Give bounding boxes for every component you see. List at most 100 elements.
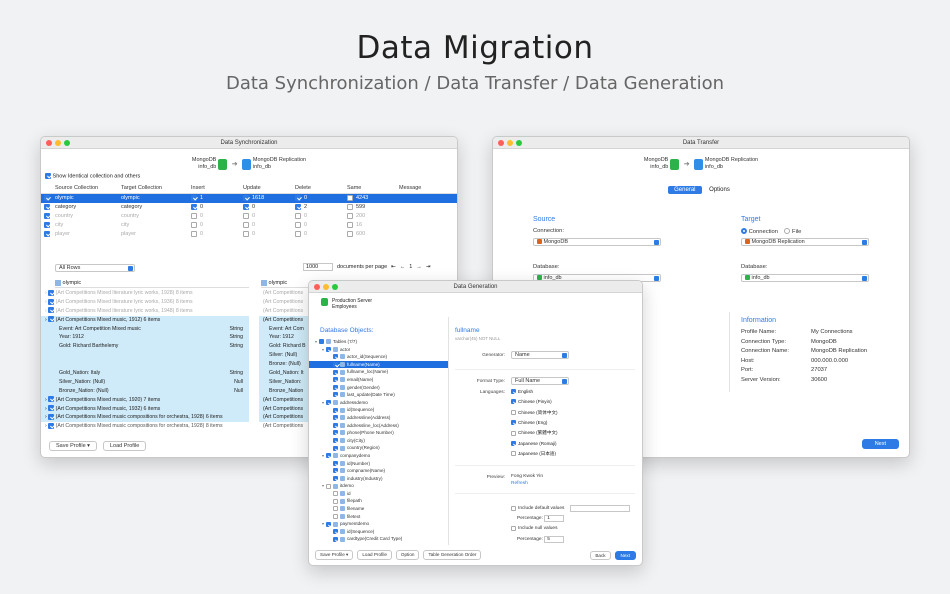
checkbox-icon[interactable] xyxy=(191,203,197,210)
tree-item[interactable]: addressline(Address) xyxy=(309,414,448,422)
next-button[interactable]: Next xyxy=(614,551,636,560)
checkbox-icon[interactable] xyxy=(333,475,338,481)
checkbox-icon[interactable] xyxy=(191,194,197,201)
load-profile-button[interactable]: Load Profile xyxy=(102,441,147,451)
next-button[interactable]: Next xyxy=(861,439,899,449)
checkbox-icon[interactable] xyxy=(48,422,55,429)
checkbox-icon[interactable] xyxy=(44,230,50,237)
checkbox-icon[interactable] xyxy=(48,396,55,403)
checkbox-icon[interactable] xyxy=(333,392,338,398)
tree-item[interactable]: ▾ addressdemo xyxy=(309,399,448,407)
checkbox-icon[interactable] xyxy=(191,230,197,237)
zoom-window-button[interactable] xyxy=(64,140,70,146)
tree-row[interactable]: › (Art Competitions Mixed music composit… xyxy=(41,413,249,423)
tree-item[interactable]: id(Sequence) xyxy=(309,528,448,536)
tree-item[interactable]: fullname(Name) xyxy=(309,360,448,369)
checkbox-icon[interactable] xyxy=(333,377,338,383)
next-page-icon[interactable]: → xyxy=(416,264,422,270)
generator-select[interactable]: Name xyxy=(511,351,569,359)
tree-row[interactable] xyxy=(41,360,249,370)
select-value[interactable]: Name xyxy=(511,351,569,359)
minimize-window-button[interactable] xyxy=(55,140,61,146)
column-header[interactable]: Source Collection xyxy=(55,183,121,193)
column-header[interactable]: Target Collection xyxy=(121,183,191,193)
checkbox-icon[interactable] xyxy=(333,529,338,535)
tree-item[interactable]: id xyxy=(309,490,448,498)
column-header[interactable]: Same xyxy=(347,183,399,193)
checkbox-icon[interactable] xyxy=(191,212,197,219)
language-checkbox[interactable]: English xyxy=(511,389,533,394)
checkbox-icon[interactable] xyxy=(48,298,55,305)
target-database-select[interactable]: info_db xyxy=(741,274,869,282)
language-checkbox[interactable]: Chinese (简体中文) xyxy=(511,410,558,416)
checkbox-icon[interactable] xyxy=(243,230,249,237)
first-page-icon[interactable]: ⇤ xyxy=(391,264,396,270)
select-box[interactable]: MongoDB xyxy=(533,238,661,246)
language-checkbox[interactable]: Japanese (Romaji) xyxy=(511,440,557,446)
row-checkbox-cell[interactable] xyxy=(41,212,55,221)
row-filter-select[interactable]: All Rows xyxy=(55,264,135,272)
tree-item[interactable]: city(City) xyxy=(309,437,448,445)
tree-item[interactable]: compname(Name) xyxy=(309,467,448,475)
checkbox-icon[interactable] xyxy=(333,422,338,428)
checkbox-icon[interactable] xyxy=(48,405,55,412)
prev-page-icon[interactable]: ← xyxy=(400,264,406,270)
page-size-input[interactable]: 1000 xyxy=(303,263,333,271)
tree-item[interactable]: filepath xyxy=(309,497,448,505)
tree-item[interactable]: cardtype(Credit Card Type) xyxy=(309,535,448,543)
back-button[interactable]: Back xyxy=(590,551,611,560)
select-box[interactable]: MongoDB Replication xyxy=(741,238,869,246)
tree-item[interactable]: id(Sequence) xyxy=(309,406,448,414)
table-row[interactable]: city city 0 0 0 16 xyxy=(41,221,457,230)
tree-item[interactable]: addressline_loc(Address) xyxy=(309,422,448,430)
refresh-link[interactable]: Refresh xyxy=(511,481,528,486)
checkbox-icon[interactable] xyxy=(44,194,50,201)
option-button[interactable]: Option xyxy=(395,550,420,560)
select-value[interactable]: Full Name xyxy=(511,377,569,385)
percentage-input[interactable]: 5 xyxy=(544,536,565,543)
checkbox-icon[interactable] xyxy=(333,369,338,375)
checkbox-icon[interactable] xyxy=(295,203,301,210)
tree-row[interactable]: Null Bronze_Nation: (Null) xyxy=(41,386,249,396)
tree-row[interactable]: › (Art Competitions Mixed music composit… xyxy=(41,422,249,431)
tree-item[interactable]: ▾ paymentdemo xyxy=(309,520,448,528)
checkbox-icon[interactable] xyxy=(333,407,338,413)
checkbox-icon[interactable] xyxy=(191,221,197,228)
column-header[interactable]: Insert xyxy=(191,183,243,193)
checkbox-icon[interactable] xyxy=(326,346,331,352)
language-checkbox[interactable]: Chinese (Pinyin) xyxy=(511,399,552,405)
table-row[interactable]: category category 0 0 2 599 xyxy=(41,203,457,212)
minimize-window-button[interactable] xyxy=(507,140,513,146)
tree-row[interactable]: › (Art Competitions Mixed music, 1932) 6… xyxy=(41,404,249,414)
zoom-window-button[interactable] xyxy=(332,284,338,290)
format-select[interactable]: Full Name xyxy=(511,377,569,385)
checkbox-icon[interactable] xyxy=(333,384,338,390)
tree-row[interactable]: String Gold: Richard Barthelemy xyxy=(41,342,249,352)
checkbox-icon[interactable] xyxy=(295,221,301,228)
checkbox-icon[interactable] xyxy=(326,453,331,459)
language-checkbox[interactable]: Chinese (繁體中文) xyxy=(511,430,558,436)
table-order-button[interactable]: Table Generation Order xyxy=(423,550,482,560)
checkbox-icon[interactable] xyxy=(326,483,331,489)
tab-options[interactable]: Options xyxy=(703,186,736,194)
save-profile-button[interactable]: Save Profile ▾ xyxy=(49,441,97,451)
tree-row[interactable]: String Event: Art Competition Mixed music xyxy=(41,324,249,334)
row-checkbox-cell[interactable] xyxy=(41,230,55,239)
tree-item[interactable]: id(Number) xyxy=(309,460,448,468)
checkbox-icon[interactable] xyxy=(333,468,338,474)
checkbox-icon[interactable] xyxy=(243,203,249,210)
tree-item[interactable]: ▾ companydemo xyxy=(309,452,448,460)
checkbox-icon[interactable] xyxy=(347,230,353,237)
last-page-icon[interactable]: ⇥ xyxy=(426,264,431,270)
tree-row[interactable] xyxy=(41,351,249,361)
radio-connection[interactable]: Connection xyxy=(741,228,778,235)
tree-item[interactable]: ▾ actor xyxy=(309,346,448,354)
source-connection-select[interactable]: MongoDB xyxy=(533,238,661,246)
checkbox-icon[interactable] xyxy=(243,212,249,219)
percentage-input[interactable]: 1 xyxy=(544,515,565,522)
minimize-window-button[interactable] xyxy=(323,284,329,290)
default-value-input[interactable] xyxy=(570,505,631,512)
tree-item[interactable]: phone(Phone Number) xyxy=(309,429,448,437)
checkbox-icon[interactable] xyxy=(44,212,50,219)
checkbox-icon[interactable] xyxy=(295,230,301,237)
